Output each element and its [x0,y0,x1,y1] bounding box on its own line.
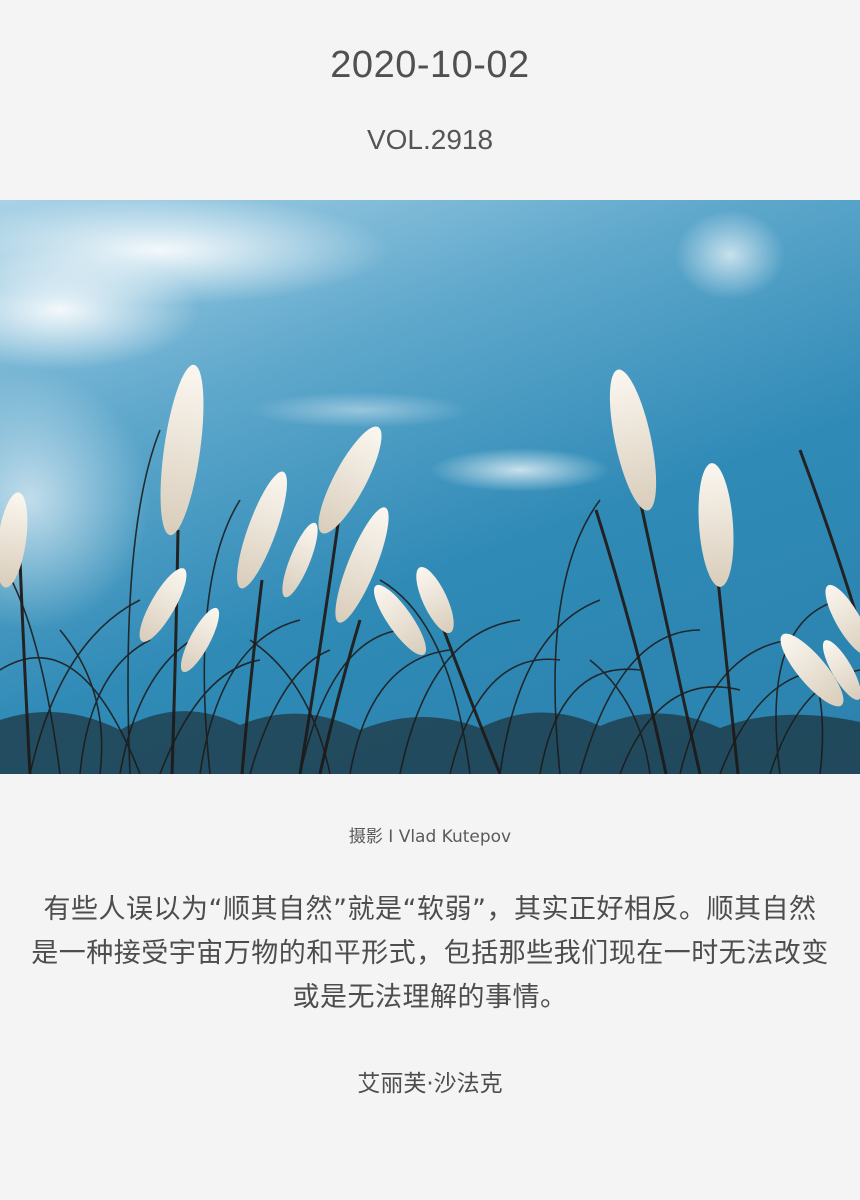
cloud [250,392,470,428]
photo-credit: 摄影 I Vlad Kutepov [348,827,512,847]
cover-photo [0,200,860,774]
quote-author: 艾丽芙·沙法克 [357,1071,503,1097]
volume-label: VOL.2918 [366,124,494,155]
date-heading: 2020-10-02 [330,44,530,86]
quote-text: 有些人误以为“顺其自然”就是“软弱”，其实正好相反。顺其自然是一种接受宇宙万物的… [31,894,829,1013]
cloud [675,210,785,300]
cloud [430,448,610,492]
pampas-grass-image [0,200,860,774]
